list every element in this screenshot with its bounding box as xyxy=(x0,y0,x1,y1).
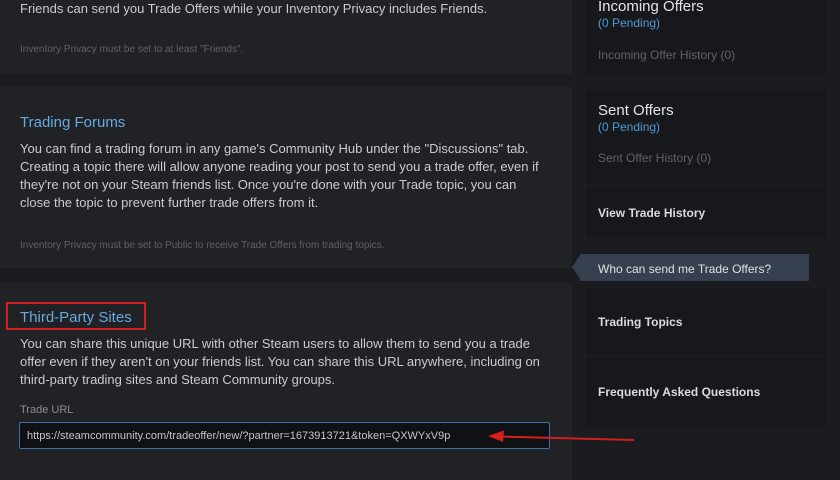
incoming-offers-heading[interactable]: Incoming Offers xyxy=(598,0,704,15)
trade-url-input[interactable] xyxy=(19,422,550,449)
trading-forums-text: You can find a trading forum in any game… xyxy=(20,141,539,210)
trading-forums-section: Trading Forums You can find a trading fo… xyxy=(0,87,572,268)
friends-section-note: Inventory Privacy must be set to at leas… xyxy=(20,44,244,55)
main-content: Friends can send you Trade Offers while … xyxy=(0,0,572,480)
trading-forums-title: Trading Forums xyxy=(20,114,126,131)
trading-topics-link[interactable]: Trading Topics xyxy=(598,315,682,329)
friends-section-text: Friends can send you Trade Offers while … xyxy=(20,1,488,16)
who-can-send-link[interactable]: Who can send me Trade Offers? xyxy=(598,262,771,276)
sent-offer-history-link[interactable]: Sent Offer History (0) xyxy=(598,151,711,165)
sent-offers-heading[interactable]: Sent Offers xyxy=(598,102,674,119)
faq-link[interactable]: Frequently Asked Questions xyxy=(598,385,760,399)
highlight-box xyxy=(6,302,146,330)
trading-forums-note: Inventory Privacy must be set to Public … xyxy=(20,240,385,251)
sidebar: Incoming Offers (0 Pending) Incoming Off… xyxy=(572,0,840,480)
friends-section: Friends can send you Trade Offers while … xyxy=(0,0,572,74)
view-trade-history-link[interactable]: View Trade History xyxy=(598,206,705,220)
third-party-text: You can share this unique URL with other… xyxy=(20,336,540,387)
sent-pending-count[interactable]: (0 Pending) xyxy=(598,120,660,134)
trade-url-label: Trade URL xyxy=(20,404,74,416)
incoming-offer-history-link[interactable]: Incoming Offer History (0) xyxy=(598,48,735,62)
incoming-pending-count[interactable]: (0 Pending) xyxy=(598,16,660,30)
